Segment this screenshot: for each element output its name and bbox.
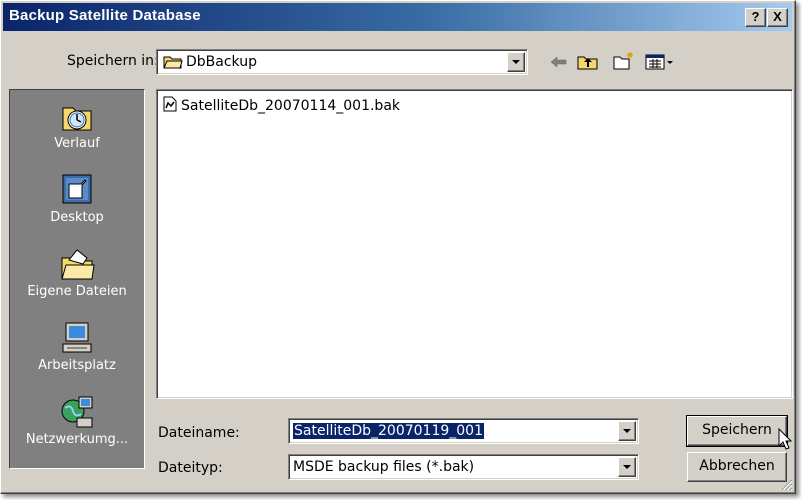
- file-item[interactable]: SatelliteDb_20070114_001.bak: [163, 96, 400, 114]
- mouse-cursor-icon: [778, 428, 793, 450]
- desktop-icon: [62, 174, 92, 204]
- place-history[interactable]: Verlauf: [10, 98, 144, 151]
- place-my-computer[interactable]: Arbeitsplatz: [10, 320, 144, 373]
- place-label: Arbeitsplatz: [38, 358, 116, 373]
- filename-field[interactable]: SatelliteDb_20070119_001: [288, 418, 639, 444]
- history-icon: [62, 107, 92, 131]
- window-title: Backup Satellite Database: [9, 7, 201, 24]
- place-desktop[interactable]: Desktop: [10, 172, 144, 225]
- place-label: Desktop: [50, 210, 104, 225]
- filetype-dropdown-arrow[interactable]: [618, 457, 636, 477]
- filename-value: SatelliteDb_20070119_001: [293, 423, 484, 439]
- filetype-value: MSDE backup files (*.bak): [293, 459, 475, 475]
- place-label: Eigene Dateien: [27, 284, 127, 299]
- places-bar: Verlauf Desktop Eigene Dateien Arbeitspl…: [9, 89, 145, 469]
- filetype-label: Dateityp:: [158, 460, 223, 476]
- filetype-select[interactable]: MSDE backup files (*.bak): [288, 454, 639, 480]
- close-button[interactable]: X: [767, 8, 788, 27]
- backup-dialog: Backup Satellite Database ? X Speichern …: [0, 0, 796, 494]
- network-icon: [61, 396, 93, 428]
- save-in-value: DbBackup: [186, 54, 257, 70]
- save-in-label: Speichern in:: [67, 53, 159, 69]
- up-folder-icon[interactable]: [577, 53, 599, 71]
- place-label: Netzwerkumg...: [25, 432, 129, 447]
- place-network[interactable]: Netzwerkumg...: [10, 394, 144, 447]
- filename-label: Dateiname:: [158, 425, 240, 441]
- save-button[interactable]: Speichern: [686, 415, 788, 447]
- bak-file-icon: [163, 96, 177, 112]
- my-documents-icon: [61, 249, 95, 280]
- back-arrow-icon[interactable]: [550, 55, 568, 69]
- cancel-button[interactable]: Abbrechen: [687, 452, 787, 482]
- file-list[interactable]: SatelliteDb_20070114_001.bak: [156, 89, 793, 399]
- help-button[interactable]: ?: [745, 8, 766, 27]
- place-label: Verlauf: [54, 136, 100, 151]
- filename-dropdown-arrow[interactable]: [618, 421, 636, 441]
- file-name: SatelliteDb_20070114_001.bak: [181, 98, 401, 114]
- place-my-documents[interactable]: Eigene Dateien: [10, 246, 144, 299]
- save-in-dropdown-arrow[interactable]: [507, 52, 525, 72]
- resize-grip-icon[interactable]: [781, 479, 793, 491]
- view-menu-icon[interactable]: [645, 54, 675, 70]
- my-computer-icon: [62, 322, 92, 353]
- title-bar[interactable]: Backup Satellite Database ? X: [3, 3, 792, 31]
- save-in-dropdown[interactable]: DbBackup: [156, 49, 528, 75]
- folder-icon: [163, 56, 183, 69]
- new-folder-icon[interactable]: [613, 51, 635, 71]
